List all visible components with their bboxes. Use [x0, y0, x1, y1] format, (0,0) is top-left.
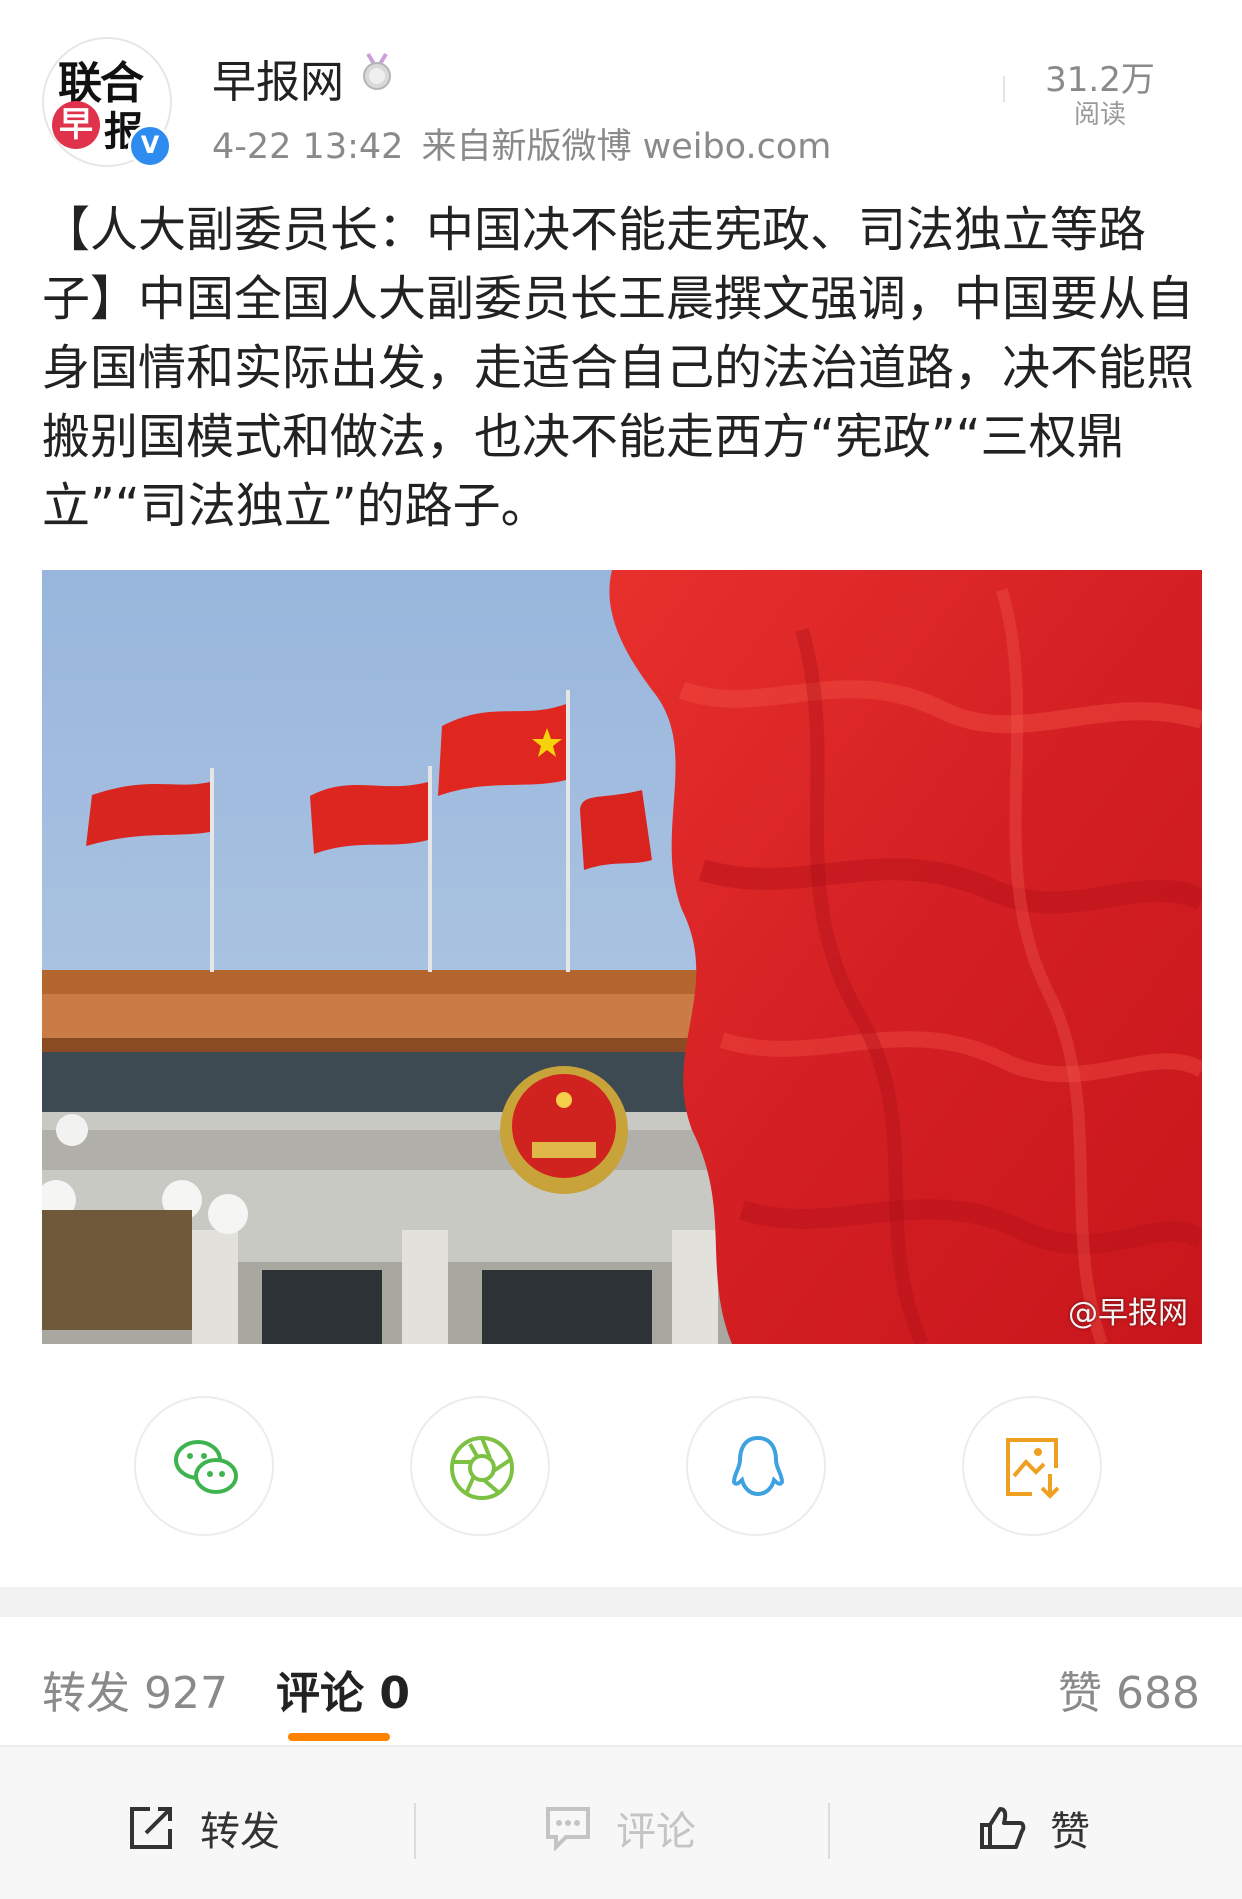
active-tab-indicator: [288, 1733, 390, 1741]
post-header: 联合 早 报 V 早报网 4-22 13:42 来自新版微博 weibo.com …: [0, 0, 1242, 168]
moments-icon: [450, 1436, 514, 1500]
share-moments-button[interactable]: [410, 1396, 550, 1536]
read-count-label: 阅读: [1073, 100, 1126, 130]
comment-icon: [546, 1807, 590, 1851]
post-image-graphic: [42, 570, 1202, 1344]
bottom-action-bar: 转发 评论 赞: [0, 1747, 1242, 1899]
comment-label: 评论: [616, 1809, 696, 1855]
qq-icon: [731, 1435, 785, 1497]
repost-label: 转发: [200, 1809, 280, 1855]
post-time: 4-22 13:42: [212, 127, 404, 167]
divider: [1003, 76, 1005, 102]
avatar-text-circle: 早: [52, 101, 100, 149]
username[interactable]: 早报网: [212, 46, 344, 110]
post-meta: 4-22 13:42 来自新版微博 weibo.com: [212, 118, 831, 169]
share-qq-button[interactable]: [686, 1396, 826, 1536]
comment-button[interactable]: 评论: [544, 1803, 696, 1855]
divider: [414, 1803, 416, 1859]
thumbs-up-icon: [980, 1807, 1026, 1849]
post-text: 【人大副委员长：中国决不能走宪政、司法独立等路子】中国全国人大副委员长王晨撰文强…: [42, 202, 1195, 534]
wechat-icon: [174, 1440, 238, 1494]
interaction-tabs: 转发 927 评论 0 赞 688: [0, 1617, 1242, 1747]
medal-icon: [363, 52, 391, 90]
like-label: 赞: [1050, 1809, 1090, 1855]
section-separator: [0, 1587, 1242, 1617]
verified-badge: V: [128, 124, 172, 168]
image-watermark: @早报网: [1068, 1296, 1188, 1331]
divider: [828, 1803, 830, 1859]
save-image-button[interactable]: [962, 1396, 1102, 1536]
share-row: [0, 1396, 1242, 1540]
repost-icon: [130, 1807, 172, 1849]
tab-reposts[interactable]: 转发 927: [42, 1657, 228, 1721]
tab-comments[interactable]: 评论 0: [276, 1657, 410, 1721]
save-image-icon: [1006, 1438, 1060, 1499]
post-source: 来自新版微博 weibo.com: [421, 127, 832, 167]
repost-button[interactable]: 转发: [128, 1803, 280, 1855]
like-button[interactable]: 赞: [978, 1803, 1090, 1855]
post-image[interactable]: @早报网: [42, 570, 1202, 1344]
share-wechat-button[interactable]: [134, 1396, 274, 1536]
tab-likes[interactable]: 赞 688: [1058, 1657, 1200, 1721]
